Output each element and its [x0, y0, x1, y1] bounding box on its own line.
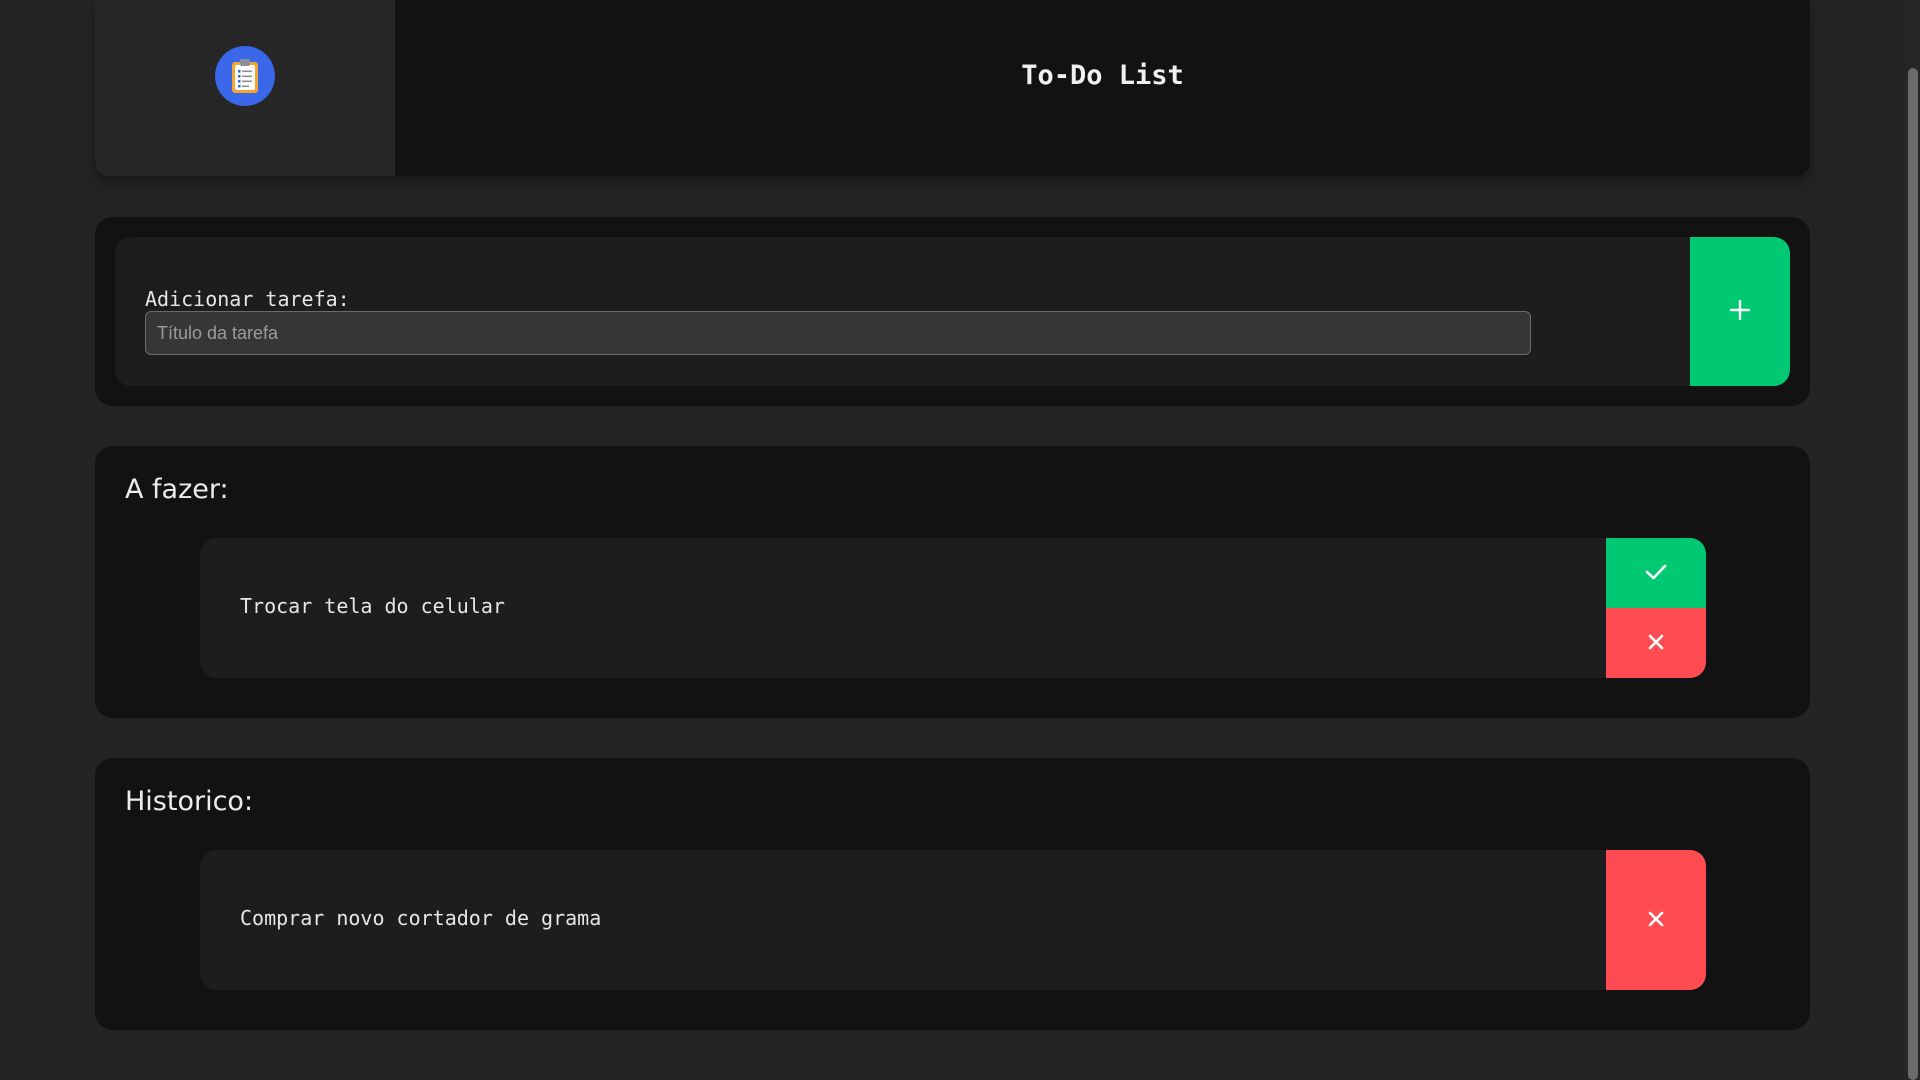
task-actions [1606, 538, 1706, 678]
page-title: To-Do List [1021, 60, 1184, 91]
history-section: Historico: Comprar novo cortador de gram… [95, 758, 1810, 1030]
plus-icon [1729, 299, 1751, 324]
todo-section: A fazer: Trocar tela do celular [95, 446, 1810, 718]
history-title: Historico: [125, 786, 254, 817]
add-task-button[interactable] [1690, 237, 1790, 386]
add-task-card: Adicionar tarefa: [95, 217, 1810, 406]
task-actions [1606, 850, 1706, 990]
history-list-item: Comprar novo cortador de grama [200, 850, 1706, 990]
task-title-input[interactable] [145, 311, 1531, 355]
delete-task-button[interactable] [1606, 608, 1706, 678]
close-icon [1647, 910, 1665, 931]
todo-title: A fazer: [125, 474, 229, 505]
check-icon [1644, 562, 1668, 585]
app-header: To-Do List [95, 0, 1810, 176]
scrollbar-track[interactable] [1905, 0, 1920, 1080]
logo-container [95, 0, 395, 176]
scrollbar-thumb[interactable] [1908, 68, 1918, 1080]
task-text: Comprar novo cortador de grama [240, 906, 602, 930]
add-task-form: Adicionar tarefa: [115, 237, 1790, 386]
delete-history-button[interactable] [1606, 850, 1706, 990]
todo-list-item: Trocar tela do celular [200, 538, 1706, 678]
clipboard-icon [215, 46, 275, 106]
task-text: Trocar tela do celular [240, 594, 505, 618]
add-task-label: Adicionar tarefa: [145, 287, 350, 311]
complete-task-button[interactable] [1606, 538, 1706, 608]
close-icon [1647, 633, 1665, 654]
